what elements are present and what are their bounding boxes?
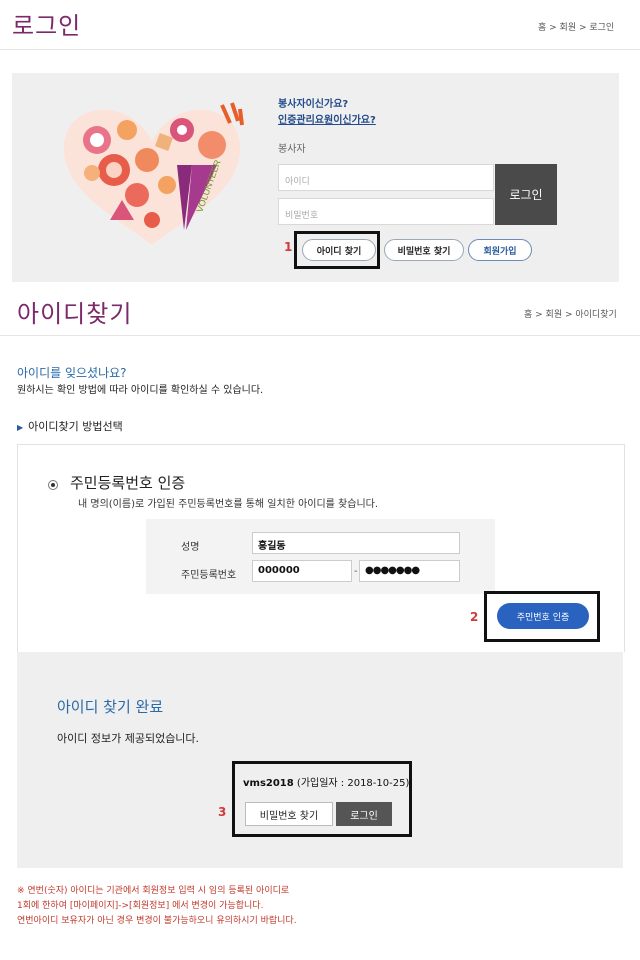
rrn-verify-button[interactable]: 주민번호 인증 [497, 603, 589, 629]
auth-form [146, 519, 495, 594]
find-password-button[interactable]: 비밀번호 찾기 [384, 239, 464, 261]
name-label: 성명 [181, 542, 200, 553]
triangle-bullet-icon: ▶ [17, 423, 24, 432]
volunteer-question-link[interactable]: 봉사자이신가요? [278, 95, 348, 110]
forgot-id-description: 원하시는 확인 방법에 따라 아이디를 확인하실 수 있습니다. [17, 385, 264, 396]
login-button[interactable]: 로그인 [495, 164, 557, 225]
rrn-label: 주민등록번호 [181, 570, 237, 581]
rrn-auth-radio[interactable] [48, 480, 58, 490]
user-type-label: 봉사자 [278, 144, 306, 155]
result-title: 아이디 찾기 완료 [57, 698, 164, 716]
note-line: ※ 연번(숫자) 아이디는 기관에서 회원정보 입력 시 임의 등록된 아이디로 [17, 886, 290, 896]
note-line: 1회에 한하여 [마이페이지]->[회원정보] 에서 변경이 가능합니다. [17, 901, 264, 911]
forgot-id-question: 아이디를 잊으셨나요? [17, 366, 127, 380]
manager-question-link[interactable]: 인증관리요원이신가요? [278, 111, 376, 126]
callout-box-1 [294, 231, 380, 269]
id-input[interactable]: 아이디 [278, 164, 494, 191]
method-heading-text: 아이디찾기 방법선택 [28, 420, 123, 433]
name-input[interactable]: 홍길동 [252, 532, 460, 554]
auth-method-title: 주민등록번호 인증 [70, 474, 186, 492]
breadcrumb-home[interactable]: 홈 [524, 310, 532, 320]
callout-number-3: 3 [218, 805, 227, 819]
callout-number-2: 2 [470, 610, 479, 624]
password-input[interactable]: 비밀번호 [278, 198, 494, 225]
breadcrumb-member[interactable]: 회원 [560, 23, 577, 33]
login-page-title: 로그인 [12, 12, 82, 40]
callout-box-3 [232, 761, 412, 837]
method-heading: ▶ 아이디찾기 방법선택 [17, 418, 123, 434]
auth-method-description: 내 명의(이름)로 가입된 주민등록번호를 통해 일치한 아이디를 찾습니다. [78, 499, 379, 510]
breadcrumb-current: 로그인 [589, 23, 615, 33]
callout-number-1: 1 [284, 240, 293, 254]
breadcrumb-current: 아이디찾기 [575, 310, 617, 320]
rrn-second-input[interactable]: ●●●●●●● [359, 560, 460, 582]
signup-button[interactable]: 회원가입 [468, 239, 532, 261]
breadcrumb: 홈 > 회원 > 아이디찾기 [524, 310, 617, 320]
note-line: 연번아이디 보유자가 아닌 경우 변경이 불가능하오니 유의하시기 바랍니다. [17, 916, 297, 926]
divider [0, 335, 640, 336]
find-id-page-title: 아이디찾기 [17, 300, 133, 328]
rrn-first-input[interactable]: 000000 [252, 560, 352, 582]
rrn-dash: - [354, 566, 358, 577]
breadcrumb-home[interactable]: 홈 [538, 23, 546, 33]
breadcrumb: 홈 > 회원 > 로그인 [538, 23, 615, 33]
volunteer-heart-logo: VOLUNTEER [63, 102, 244, 245]
divider [0, 49, 640, 50]
result-description: 아이디 정보가 제공되었습니다. [57, 732, 200, 745]
breadcrumb-member[interactable]: 회원 [546, 310, 563, 320]
